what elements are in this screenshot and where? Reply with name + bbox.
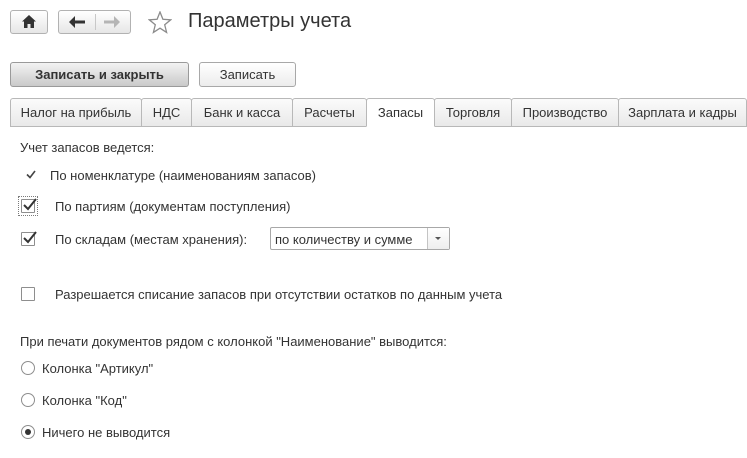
printing-heading: При печати документов рядом с колонкой "… — [20, 334, 447, 349]
radio-nothing[interactable] — [21, 425, 35, 439]
history-nav — [58, 10, 131, 34]
checkmark-icon — [26, 170, 36, 179]
save-button[interactable]: Записать — [199, 62, 296, 87]
forward-button[interactable] — [96, 11, 130, 33]
home-button[interactable] — [10, 10, 48, 34]
warehouse-mode-value: по количеству и сумме — [275, 232, 413, 247]
tab-payroll[interactable]: Зарплата и кадры — [618, 98, 747, 127]
checkmark-icon — [23, 198, 37, 211]
tab-income-tax[interactable]: Налог на прибыль — [10, 98, 142, 127]
radio-selected-dot — [25, 429, 31, 435]
allow-negative-checkbox[interactable] — [21, 287, 35, 301]
tab-trade[interactable]: Торговля — [434, 98, 512, 127]
allow-negative-label[interactable]: Разрешается списание запасов при отсутст… — [55, 287, 502, 302]
radio-nothing-label[interactable]: Ничего не выводится — [42, 425, 170, 440]
tab-production[interactable]: Производство — [511, 98, 619, 127]
tab-vat[interactable]: НДС — [141, 98, 192, 127]
radio-code[interactable] — [21, 393, 35, 407]
back-button[interactable] — [59, 11, 95, 33]
radio-article-label[interactable]: Колонка "Артикул" — [42, 361, 153, 376]
page-title: Параметры учета — [188, 10, 352, 32]
inventory-heading: Учет запасов ведется: — [20, 140, 155, 155]
star-icon[interactable] — [148, 11, 172, 34]
radio-code-label[interactable]: Колонка "Код" — [42, 393, 127, 408]
tab-bank-cash[interactable]: Банк и касса — [191, 98, 293, 127]
by-nomenclature-label: По номенклатуре (наименованиям запасов) — [50, 168, 316, 183]
checkmark-icon — [23, 231, 37, 244]
tab-settlements[interactable]: Расчеты — [292, 98, 367, 127]
arrow-left-icon — [69, 16, 85, 28]
tab-inventory[interactable]: Запасы — [366, 98, 435, 127]
by-warehouses-checkbox[interactable] — [21, 231, 37, 246]
by-batches-label[interactable]: По партиям (документам поступления) — [55, 199, 291, 214]
chevron-down-icon — [435, 237, 441, 240]
save-and-close-button[interactable]: Записать и закрыть — [10, 62, 189, 87]
warehouse-mode-select[interactable]: по количеству и сумме — [270, 227, 450, 250]
dropdown-button[interactable] — [427, 228, 449, 249]
by-batches-checkbox[interactable] — [21, 198, 37, 213]
home-icon — [22, 15, 36, 28]
by-warehouses-label[interactable]: По складам (местам хранения): — [55, 232, 247, 247]
arrow-right-icon — [104, 16, 120, 28]
radio-article[interactable] — [21, 361, 35, 375]
